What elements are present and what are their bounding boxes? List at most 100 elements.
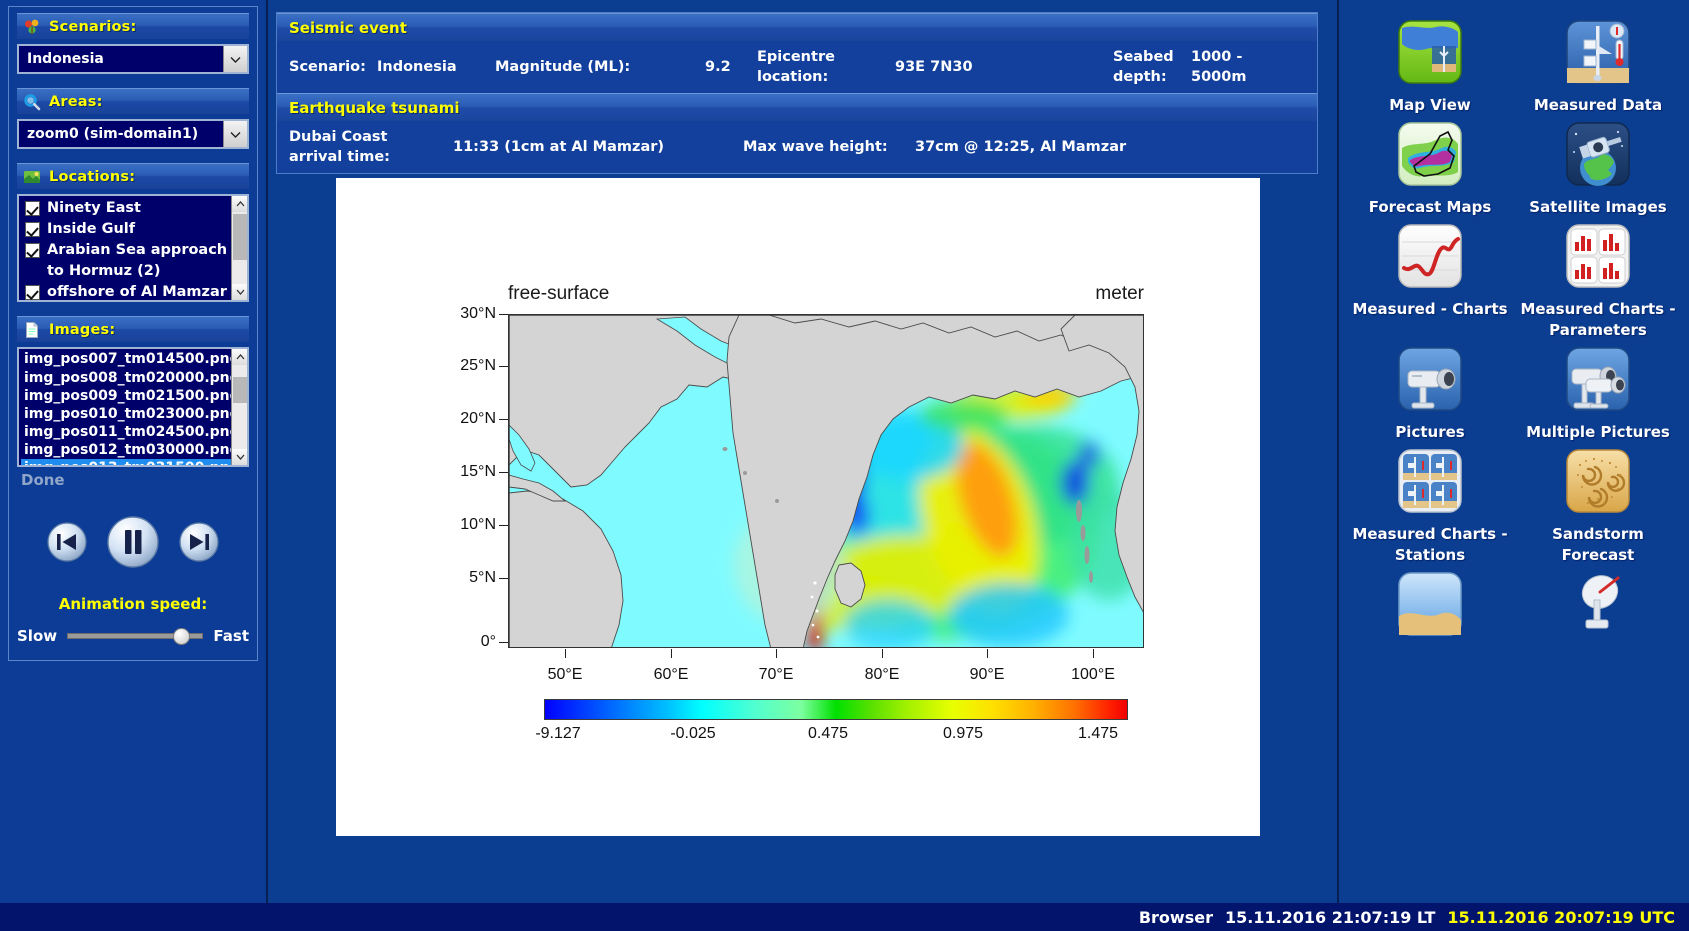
list-item[interactable]: img_pos010_tm023000.png [21, 405, 231, 423]
list-item[interactable]: img_pos012_tm030000.png [21, 441, 231, 459]
list-item[interactable]: img_pos007_tm014500.png [21, 350, 231, 368]
colorbar-tick-label: 0.975 [942, 725, 984, 742]
desert-scene-icon [1398, 572, 1462, 636]
launcher-satellite-images[interactable]: Satellite Images [1517, 120, 1679, 218]
plot-unit-label: meter [1095, 283, 1144, 304]
scenario-select-arrow[interactable] [223, 46, 247, 72]
x-tick-label: 90°E [969, 666, 1005, 683]
scroll-up-button[interactable] [232, 196, 247, 212]
next-frame-button[interactable] [178, 521, 220, 563]
y-tick-label: 10°N [460, 516, 496, 533]
images-list[interactable]: img_pos007_tm014500.png img_pos008_tm020… [17, 347, 249, 467]
max-wave-height-field-label: Max wave height: [743, 139, 888, 155]
x-tick-label: 50°E [547, 666, 583, 683]
scrollbar-thumb[interactable] [233, 377, 247, 403]
checkbox-checked-icon[interactable] [25, 285, 40, 300]
list-item[interactable]: Arabian Sea approach to Hormuz (2) [21, 240, 231, 282]
right-launcher-panel: Map View Measured Data Forecast Maps Sat… [1337, 0, 1689, 903]
max-wave-height-field-value: 37cm @ 12:25, Al Mamzar [915, 139, 1127, 155]
animation-speed-label: Animation speed: [58, 595, 208, 613]
x-tick-label: 60°E [653, 666, 689, 683]
tsunami-row: Dubai Coast arrival time: 11:33 (1cm at … [277, 121, 1317, 173]
camera-icon [1398, 347, 1462, 411]
launcher-label: Measured Charts - Parameters [1520, 300, 1676, 339]
launcher-forecast-maps[interactable]: Forecast Maps [1349, 120, 1511, 218]
chevron-down-icon [236, 289, 244, 295]
animation-speed-slider-row: Slow Fast [17, 627, 249, 645]
image-label: img_pos012_tm030000.png [24, 442, 231, 458]
area-select-arrow[interactable] [223, 121, 247, 147]
launcher-desert-scene[interactable] [1349, 570, 1511, 647]
scenario-field-value: Indonesia [377, 59, 457, 75]
forecast-maps-icon [1398, 122, 1462, 186]
launcher-measured-charts-parameters[interactable]: Measured Charts - Parameters [1517, 222, 1679, 341]
chevron-up-icon [236, 354, 244, 360]
pause-button[interactable] [106, 515, 160, 569]
launcher-label: Measured Charts - Stations [1352, 525, 1508, 564]
chevron-down-icon [230, 131, 241, 138]
animation-speed-slider[interactable] [67, 628, 204, 645]
image-label: img_pos009_tm021500.png [24, 388, 231, 404]
location-label: offshore of Al Mamzar [47, 284, 227, 300]
scenarios-icon [24, 19, 39, 34]
epicentre-field-label: Epicentre location: [757, 49, 835, 85]
image-label: img_pos007_tm014500.png [24, 351, 231, 367]
seabed-depth-field-value: 1000 - 5000m [1191, 49, 1247, 85]
y-tick-label: 20°N [460, 410, 496, 427]
scrollbar-thumb[interactable] [233, 214, 247, 260]
statusbar-utc-time: 15.11.2016 20:07:19 UTC [1447, 907, 1675, 927]
scenario-field-label: Scenario: [289, 59, 366, 75]
bar-charts-grid-icon [1566, 224, 1630, 288]
launcher-radar-dish[interactable] [1517, 570, 1679, 647]
checkbox-checked-icon[interactable] [25, 201, 40, 216]
images-header-label: Images: [49, 321, 116, 338]
locations-list-content: Ninety East Inside Gulf Arabian Sea appr… [19, 196, 231, 300]
application-window: Scenarios: Indonesia Areas: zoom0 (sim-d… [0, 0, 1689, 931]
epicentre-field-value: 93E 7N30 [895, 59, 973, 75]
list-item[interactable]: img_pos011_tm024500.png [21, 423, 231, 441]
list-item[interactable]: offshore of Al Mamzar [21, 282, 231, 300]
statusbar-local-time: 15.11.2016 21:07:19 LT [1224, 907, 1436, 927]
tsunami-free-surface-map[interactable] [508, 314, 1144, 648]
slider-slow-label: Slow [17, 627, 58, 645]
scroll-down-button[interactable] [232, 284, 247, 300]
launcher-label: Satellite Images [1529, 198, 1667, 216]
previous-frame-button[interactable] [46, 521, 88, 563]
image-label: img_pos010_tm023000.png [24, 406, 231, 422]
magnitude-field-value: 9.2 [705, 59, 731, 75]
launcher-multiple-pictures[interactable]: Multiple Pictures [1517, 345, 1679, 443]
chevron-up-icon [236, 201, 244, 207]
images-header: Images: [17, 316, 249, 342]
colorbar [544, 699, 1128, 720]
seismic-event-band: Seismic event [277, 13, 1317, 41]
map-view-icon [1398, 20, 1462, 84]
locations-list[interactable]: Ninety East Inside Gulf Arabian Sea appr… [17, 194, 249, 302]
launcher-pictures[interactable]: Pictures [1349, 345, 1511, 443]
list-item[interactable]: Inside Gulf [21, 219, 231, 240]
launcher-measured-charts[interactable]: Measured - Charts [1349, 222, 1511, 341]
colorbar-tick-label: 0.475 [807, 725, 849, 742]
list-item[interactable]: img_pos008_tm020000.png [21, 369, 231, 387]
launcher-label: Pictures [1395, 423, 1465, 441]
scroll-down-button[interactable] [232, 449, 247, 465]
list-item[interactable]: Ninety East [21, 198, 231, 219]
launcher-map-view[interactable]: Map View [1349, 18, 1511, 116]
area-select[interactable]: zoom0 (sim-domain1) [17, 119, 249, 149]
location-label: Arabian Sea approach to Hormuz (2) [47, 242, 228, 279]
launcher-label: Measured - Charts [1352, 300, 1508, 318]
locations-scrollbar[interactable] [231, 196, 247, 300]
images-scrollbar[interactable] [231, 349, 247, 465]
locations-header: Locations: [17, 163, 249, 189]
arrival-time-field-label: Dubai Coast arrival time: [289, 129, 390, 165]
checkbox-checked-icon[interactable] [25, 243, 40, 258]
scroll-up-button[interactable] [232, 349, 247, 365]
slider-thumb[interactable] [173, 628, 191, 645]
launcher-sandstorm-forecast[interactable]: Sandstorm Forecast [1517, 447, 1679, 566]
launcher-grid: Map View Measured Data Forecast Maps Sat… [1349, 18, 1679, 647]
checkbox-checked-icon[interactable] [25, 222, 40, 237]
scenario-select[interactable]: Indonesia [17, 44, 249, 74]
list-item[interactable]: img_pos009_tm021500.png [21, 387, 231, 405]
launcher-measured-charts-stations[interactable]: Measured Charts - Stations [1349, 447, 1511, 566]
launcher-measured-data[interactable]: Measured Data [1517, 18, 1679, 116]
list-item-selected[interactable]: img_pos013_tm031500.png [21, 459, 231, 465]
